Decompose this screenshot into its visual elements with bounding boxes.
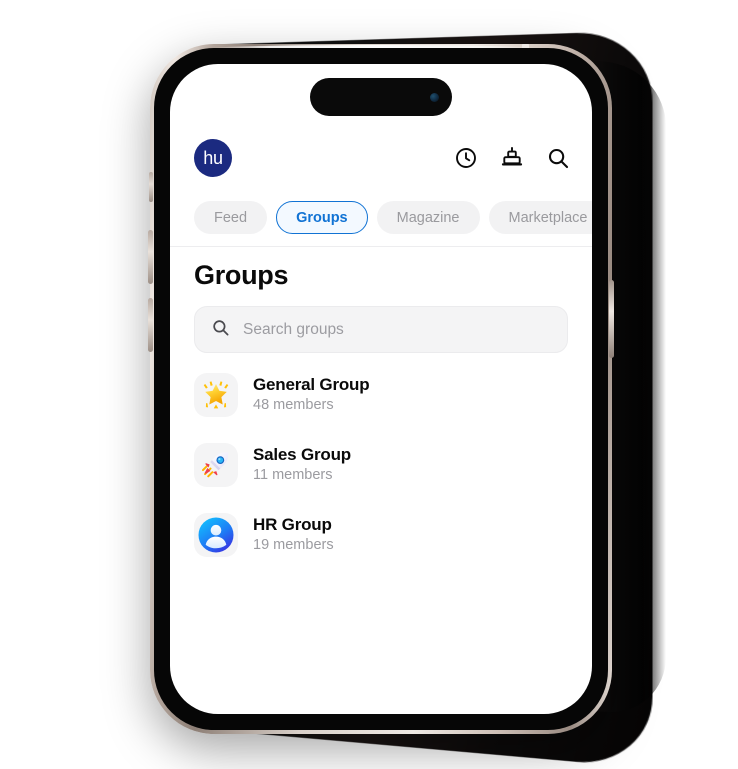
person-avatar-icon <box>194 513 238 557</box>
rocket-icon <box>194 443 238 487</box>
power-button[interactable] <box>609 280 614 358</box>
list-item[interactable]: HR Group 19 members <box>170 508 592 562</box>
list-item[interactable]: General Group 48 members <box>170 368 592 422</box>
group-member-count: 11 members <box>253 467 333 484</box>
page-title: Groups <box>194 260 289 290</box>
list-item[interactable]: Sales Group 11 members <box>170 438 592 492</box>
tab-feed[interactable]: Feed <box>194 200 268 234</box>
phone-frame: hu Feed Groups Magazine Marketplace Grou… <box>148 44 614 734</box>
list-item-text: Sales Group 11 members <box>253 445 351 486</box>
tab-bar[interactable]: Feed Groups Magazine Marketplace <box>170 196 592 238</box>
phone-screen: hu Feed Groups Magazine Marketplace Grou… <box>170 64 592 714</box>
app-header: hu <box>170 132 592 184</box>
group-member-count: 48 members <box>253 397 334 414</box>
list-item-text: General Group 48 members <box>253 374 370 416</box>
volume-down-button[interactable] <box>148 298 153 352</box>
front-camera-icon <box>430 92 439 102</box>
groups-list: General Group 48 members Sales Group 11 … <box>170 368 592 714</box>
group-name: HR Group <box>253 514 332 534</box>
brand-logo-label: hu <box>203 147 223 168</box>
tab-magazine[interactable]: Magazine <box>376 200 480 234</box>
scene: hu Feed Groups Magazine Marketplace Grou… <box>0 0 738 769</box>
cake-icon[interactable] <box>500 146 524 170</box>
volume-up-button[interactable] <box>148 230 153 284</box>
tab-marketplace[interactable]: Marketplace <box>488 200 592 234</box>
phone-bezel: hu Feed Groups Magazine Marketplace Grou… <box>154 48 608 730</box>
header-actions <box>454 146 570 170</box>
list-item-text: HR Group 19 members <box>253 515 334 556</box>
silent-switch-button[interactable] <box>149 172 153 202</box>
search-icon <box>211 318 230 342</box>
brand-logo[interactable]: hu <box>194 139 232 177</box>
group-name: Sales Group <box>253 444 351 464</box>
search-icon[interactable] <box>546 146 570 170</box>
group-name: General Group <box>253 374 370 394</box>
search-groups-field[interactable] <box>194 306 568 353</box>
glowing-star-icon <box>194 373 238 417</box>
dynamic-island <box>310 78 452 116</box>
group-member-count: 19 members <box>253 537 334 554</box>
tab-bar-divider <box>170 246 592 247</box>
search-input[interactable] <box>243 320 551 339</box>
tab-groups[interactable]: Groups <box>276 200 368 234</box>
clock-icon[interactable] <box>454 146 478 170</box>
